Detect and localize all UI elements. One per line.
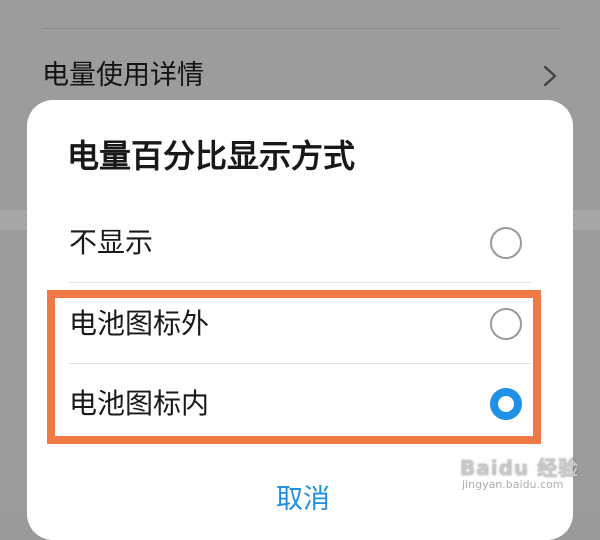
radio-unchecked-icon[interactable] <box>490 227 522 259</box>
option-label: 不显示 <box>69 226 154 259</box>
watermark-logo: Baidu 经验 <box>460 456 580 480</box>
background-divider <box>42 28 560 29</box>
chevron-right-icon <box>543 65 557 87</box>
annotation-highlight-box <box>47 290 541 444</box>
baidu-jingyan-watermark: Baidu 经验 jingyan.baidu.com <box>460 452 580 500</box>
battery-usage-details-label: 电量使用详情 <box>42 60 204 91</box>
option-divider <box>69 282 531 283</box>
option-hide[interactable]: 不显示 <box>27 203 573 283</box>
cancel-button[interactable]: 取消 <box>243 480 363 520</box>
dialog-title: 电量百分比显示方式 <box>67 137 356 175</box>
watermark-url: jingyan.baidu.com <box>462 478 564 491</box>
